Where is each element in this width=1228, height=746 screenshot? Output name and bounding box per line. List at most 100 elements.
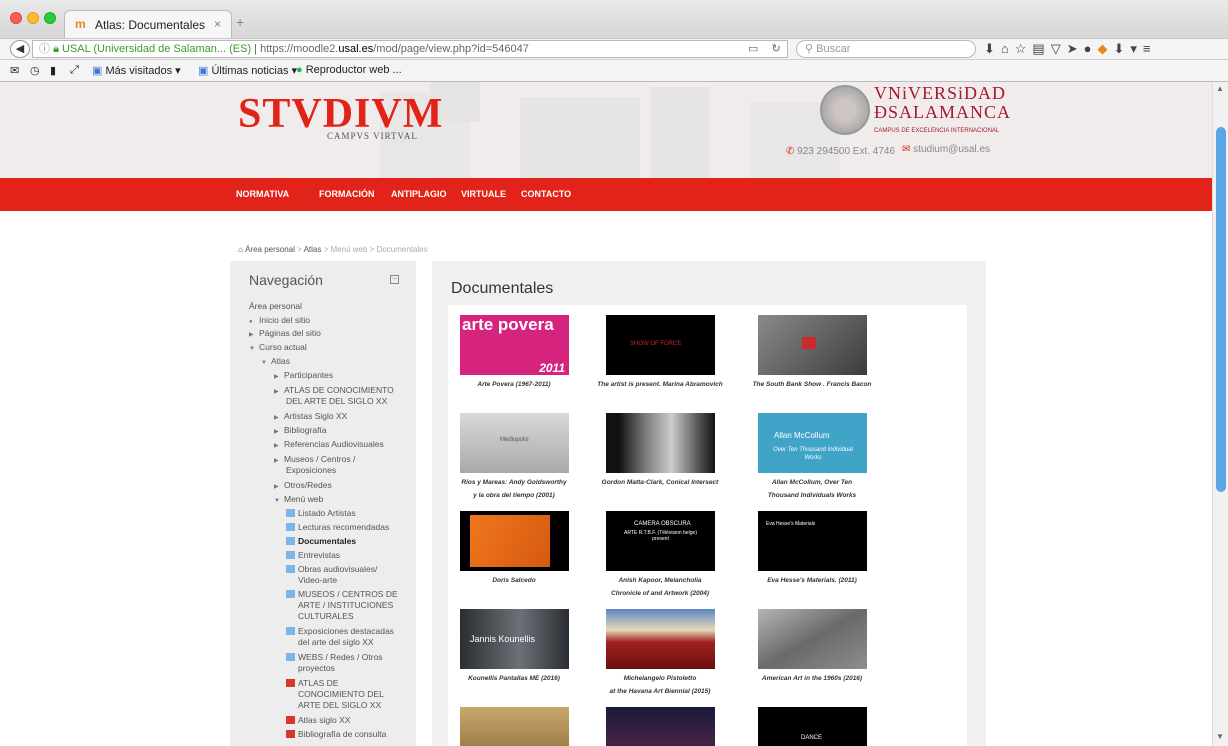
history-icon[interactable]: ◷: [30, 64, 40, 77]
video-thumbnail[interactable]: [460, 707, 569, 746]
breadcrumb-area-personal[interactable]: Área personal: [245, 245, 295, 254]
close-window-button[interactable]: [10, 12, 22, 24]
bookmark-star-icon[interactable]: ☆: [1015, 41, 1033, 56]
nav-atlas-pdf[interactable]: ATLAS DE: [286, 678, 338, 689]
bookmark-reproductor[interactable]: ● Reproductor web ...: [296, 64, 402, 76]
email-icon: ✉: [902, 144, 911, 155]
video-thumbnail[interactable]: [460, 511, 569, 571]
home-icon[interactable]: ⌂: [1001, 41, 1015, 56]
nav-obras-audiovisuales[interactable]: Obras audiovisuales/: [286, 564, 377, 575]
collapse-block-icon[interactable]: –: [390, 275, 399, 284]
scrollbar-thumb[interactable]: [1216, 127, 1226, 492]
nav-exposiciones-destacadas[interactable]: Exposiciones destacadas: [286, 626, 394, 637]
usal-name-line1: VNiVERSiDAD: [874, 83, 1007, 103]
bookmark-mas-visitados[interactable]: ▣ Más visitados ▾: [92, 64, 181, 77]
new-tab-button[interactable]: +: [236, 14, 244, 30]
usal-logo[interactable]: VNiVERSiDAD ÐSALAMANCA: [874, 84, 1011, 122]
nav-documentales-active[interactable]: Documentales: [286, 536, 356, 547]
nav-participantes[interactable]: ▶ Participantes: [274, 370, 333, 383]
nav-artistas[interactable]: ▶ Artistas Siglo XX: [274, 411, 347, 424]
video-thumbnail[interactable]: [758, 315, 867, 375]
nav-atlas[interactable]: ▼ Atlas: [261, 356, 290, 369]
menu-contacto[interactable]: CONTACTO: [521, 189, 571, 199]
nav-exposiciones-destacadas-line2[interactable]: del arte del siglo XX: [298, 637, 374, 648]
hamburger-menu-icon[interactable]: ≡: [1143, 41, 1157, 56]
browser-nav-bar: ◀ ⓘ 🔒︎ USAL (Universidad de Salaman... (…: [0, 38, 1228, 60]
nav-listado-artistas[interactable]: Listado Artistas: [286, 508, 356, 519]
overflow-icon[interactable]: ▾: [1130, 41, 1143, 56]
browser-tab[interactable]: m Atlas: Documentales ×: [64, 10, 232, 38]
reload-icon[interactable]: ↻: [771, 43, 780, 55]
nav-webs-redes-line2[interactable]: proyectos: [298, 663, 335, 674]
video-thumbnail[interactable]: DANCE: [758, 707, 867, 746]
nav-museos-line2[interactable]: Exposiciones: [286, 465, 336, 476]
video-thumbnail[interactable]: [758, 609, 867, 669]
menu-antiplagio[interactable]: ANTIPLAGIO: [391, 189, 447, 199]
thumb-subtext: Over Ten Thousand Individual Works: [773, 447, 853, 461]
nav-area-personal[interactable]: Área personal: [249, 301, 302, 312]
maximize-window-button[interactable]: [44, 12, 56, 24]
nav-otros-redes[interactable]: ▶ Otros/Redes: [274, 480, 332, 493]
nav-museos-centros-line2[interactable]: ARTE / INSTITUCIONES: [298, 600, 393, 611]
video-thumbnail[interactable]: [606, 413, 715, 473]
color-addon-icon[interactable]: ◆: [1097, 41, 1113, 56]
nav-bibliografia-consulta[interactable]: Bibliografía de consulta: [286, 729, 386, 740]
download-icon[interactable]: ⬇: [984, 41, 1001, 56]
nav-atlas-siglo-xx[interactable]: Atlas siglo XX: [286, 715, 350, 726]
video-thumbnail[interactable]: Eva Hesse's Materials: [758, 511, 867, 571]
mail-icon[interactable]: ✉: [10, 64, 19, 77]
menu-formacion[interactable]: FORMACIÓN: [319, 189, 375, 199]
video-thumbnail[interactable]: Mediopolis: [460, 413, 569, 473]
nav-curso-actual[interactable]: ▼ Curso actual: [249, 342, 307, 355]
video-caption: Allan McCollum, Over Ten: [771, 479, 853, 486]
nav-webs-redes[interactable]: WEBS / Redes / Otros: [286, 652, 383, 663]
reader-view-icon[interactable]: ▭: [748, 43, 758, 55]
pocket-icon[interactable]: ▽: [1051, 41, 1067, 56]
nav-obras-audiovisuales-line2[interactable]: Video-arte: [298, 575, 337, 586]
nav-lecturas[interactable]: Lecturas recomendadas: [286, 522, 389, 533]
nav-referencias[interactable]: ▶ Referencias Audiovisuales: [274, 439, 384, 452]
scroll-down-icon[interactable]: ▼: [1216, 732, 1224, 741]
expand-icon[interactable]: ⤢: [70, 64, 79, 77]
reading-icon[interactable]: ▮: [50, 64, 56, 77]
bookmarks-list-icon[interactable]: ▤: [1032, 41, 1050, 56]
nav-atlas-pdf-line3[interactable]: ARTE DEL SIGLO XX: [298, 700, 381, 711]
expand-arrow-icon: ▶: [274, 458, 279, 464]
breadcrumb-atlas[interactable]: Atlas: [304, 245, 322, 254]
nav-inicio-sitio[interactable]: ● Inicio del sitio: [249, 315, 310, 328]
page-scrollbar[interactable]: ▲ ▼: [1212, 82, 1228, 746]
video-thumbnail[interactable]: SHOW OF FORCE: [606, 315, 715, 375]
close-tab-icon[interactable]: ×: [214, 17, 221, 31]
downloads-icon[interactable]: ⬇: [1113, 41, 1130, 56]
search-input[interactable]: ⚲ Buscar: [796, 40, 976, 58]
scroll-up-icon[interactable]: ▲: [1216, 84, 1224, 93]
menu-normativa[interactable]: NORMATIVA: [236, 189, 289, 199]
menu-virtuale[interactable]: VIRTUALE: [461, 189, 506, 199]
back-button[interactable]: ◀: [10, 40, 30, 58]
expand-arrow-icon: ▶: [274, 443, 279, 449]
nav-museos-centros-line3[interactable]: CULTURALES: [298, 611, 354, 622]
nav-entrevistas[interactable]: Entrevistas: [286, 550, 340, 561]
video-thumbnail[interactable]: Jannis Kounellis: [460, 609, 569, 669]
nav-paginas-sitio[interactable]: ▶ Páginas del sitio: [249, 328, 321, 341]
nav-bibliografia[interactable]: ▶ Bibliografía: [274, 425, 327, 438]
nav-museos-centros[interactable]: MUSEOS / CENTROS DE: [286, 589, 398, 600]
bookmark-ultimas-noticias[interactable]: ▣ Últimas noticias ▾: [198, 64, 297, 77]
nav-atlas-conocimiento-line2[interactable]: DEL ARTE DEL SIGLO XX: [286, 396, 387, 407]
addon-icon[interactable]: ●: [1084, 41, 1098, 56]
video-thumbnail[interactable]: CAMERA OBSCURA ARTE R.T.B.F. (Télévision…: [606, 511, 715, 571]
url-secure-label: USAL (Universidad de Salaman... (ES): [61, 43, 252, 55]
bookmarks-bar: ✉ ◷ ▮ ⤢ ▣ Más visitados ▾ ▣ Últimas noti…: [0, 60, 1228, 82]
video-thumbnail[interactable]: arte povera 2011: [460, 315, 569, 375]
video-thumbnail[interactable]: [606, 609, 715, 669]
breadcrumb-menu-web[interactable]: Menú web: [331, 245, 368, 254]
video-thumbnail[interactable]: Allan McCollum Over Ten Thousand Individ…: [758, 413, 867, 473]
video-thumbnail[interactable]: [606, 707, 715, 746]
send-icon[interactable]: ➤: [1067, 41, 1084, 56]
info-icon[interactable]: ⓘ: [39, 43, 50, 55]
url-bar[interactable]: ⓘ 🔒︎ USAL (Universidad de Salaman... (ES…: [32, 40, 788, 58]
nav-menu-web[interactable]: ▼ Menú web: [274, 494, 323, 507]
contact-email[interactable]: ✉ studium@usal.es: [902, 144, 990, 155]
nav-atlas-pdf-line2[interactable]: CONOCIMIENTO DEL: [298, 689, 384, 700]
minimize-window-button[interactable]: [27, 12, 39, 24]
